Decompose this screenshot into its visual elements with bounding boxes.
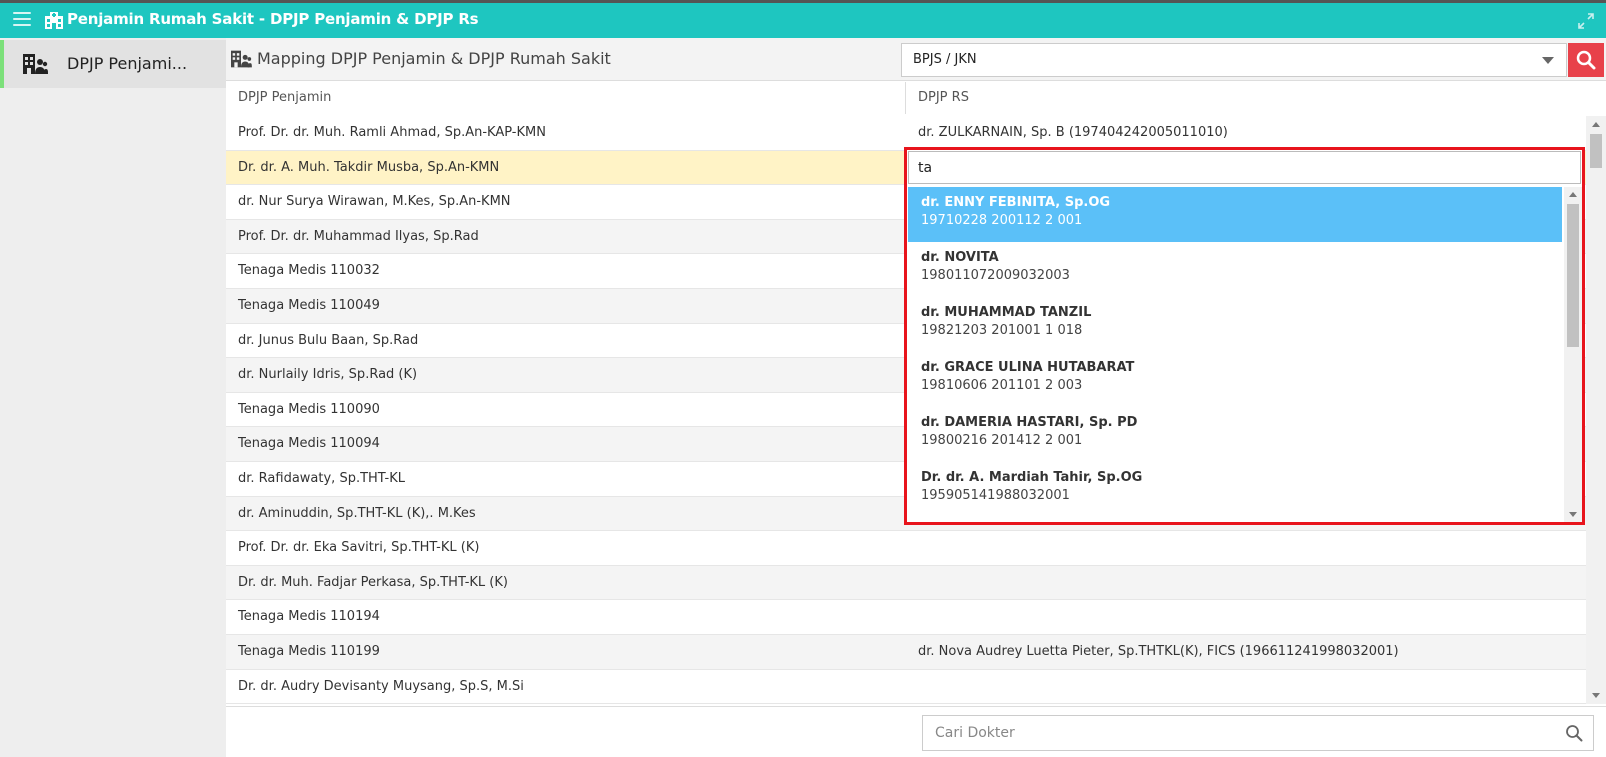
table-row[interactable]: Dr. dr. Audry Devisanty Muysang, Sp.S, M… — [226, 670, 1586, 705]
building-users-icon — [23, 54, 48, 74]
doctor-search-box — [922, 715, 1594, 751]
cell-penjamin: Tenaga Medis 110199 — [238, 643, 380, 659]
option-name: dr. DAMERIA HASTARI, Sp. PD — [921, 415, 1138, 430]
cell-rs: dr. ZULKARNAIN, Sp. B (19740424200501101… — [918, 125, 1228, 140]
cari-dokter-input[interactable] — [923, 716, 1543, 750]
sidebar-item-label: DPJP Penjami... — [67, 54, 188, 73]
scroll-up-icon[interactable] — [1592, 122, 1600, 127]
search-icon — [1576, 50, 1596, 70]
cell-penjamin: dr. Junus Bulu Baan, Sp.Rad — [238, 332, 419, 348]
cell-penjamin: Dr. dr. Muh. Fadjar Perkasa, Sp.THT-KL (… — [238, 574, 508, 590]
autocomplete-option[interactable]: dr. MUHAMMAD TANZIL 19821203 201001 1 01… — [908, 297, 1562, 352]
autocomplete-option[interactable]: dr. DAMERIA HASTARI, Sp. PD 19800216 201… — [908, 407, 1562, 462]
page-title: Mapping DPJP Penjamin & DPJP Rumah Sakit — [257, 49, 611, 68]
cell-penjamin: Tenaga Medis 110094 — [238, 436, 380, 452]
table-row[interactable]: Prof. Dr. dr. Eka Savitri, Sp.THT-KL (K) — [226, 531, 1586, 566]
cell-rs: dr. Nova Audrey Luetta Pieter, Sp.THTKL(… — [918, 643, 1399, 659]
sidebar-item-dpjp-penjamin[interactable]: DPJP Penjami... — [0, 40, 226, 88]
penjamin-select-value: BPJS / JKN — [913, 52, 977, 67]
table-row[interactable]: Tenaga Medis 110199 dr. Nova Audrey Luett… — [226, 634, 1586, 670]
chevron-down-icon — [1542, 57, 1554, 64]
expand-icon[interactable] — [1577, 12, 1595, 30]
scroll-up-icon[interactable] — [1569, 192, 1577, 197]
search-button[interactable] — [1568, 43, 1604, 77]
cell-penjamin: dr. Nur Surya Wirawan, M.Kes, Sp.An-KMN — [238, 194, 511, 210]
hamburger-icon[interactable] — [13, 12, 31, 28]
column-header-dpjp-penjamin: DPJP Penjamin — [226, 82, 906, 114]
top-bar: Penjamin Rumah Sakit - DPJP Penjamin & D… — [0, 0, 1606, 38]
doctor-autocomplete-dropdown: dr. ENNY FEBINITA, Sp.OG 19710228 200112… — [904, 147, 1585, 525]
table-scrollbar[interactable] — [1586, 116, 1606, 704]
option-name: dr. MUHAMMAD TANZIL — [921, 305, 1092, 320]
penjamin-select[interactable]: BPJS / JKN — [901, 43, 1567, 77]
table-row[interactable]: Prof. Dr. dr. Muh. Ramli Ahmad, Sp.An-KA… — [226, 116, 1586, 151]
table-row[interactable]: Dr. dr. Muh. Fadjar Perkasa, Sp.THT-KL (… — [226, 565, 1586, 601]
app-title: Penjamin Rumah Sakit - DPJP Penjamin & D… — [67, 10, 479, 28]
scrollbar-thumb[interactable] — [1590, 134, 1602, 168]
option-id: 19800216 201412 2 001 — [921, 433, 1083, 448]
option-name: dr. GRACE ULINA HUTABARAT — [921, 360, 1135, 375]
cell-penjamin: Prof. Dr. dr. Muh. Ramli Ahmad, Sp.An-KA… — [238, 125, 546, 140]
dropdown-scrollbar[interactable] — [1564, 187, 1582, 522]
column-header-dpjp-rs: DPJP RS — [918, 90, 969, 105]
option-name: dr. ENNY FEBINITA, Sp.OG — [921, 195, 1111, 210]
option-id: 19710228 200112 2 001 — [921, 213, 1083, 228]
sidebar: DPJP Penjami... — [0, 38, 226, 757]
cell-penjamin: Tenaga Medis 110194 — [238, 609, 380, 625]
cell-penjamin: dr. Aminuddin, Sp.THT-KL (K),. M.Kes — [238, 505, 476, 521]
option-id: 198011072009032003 — [921, 268, 1070, 283]
cell-penjamin: Tenaga Medis 110090 — [238, 401, 380, 417]
autocomplete-option-highlighted[interactable]: dr. ENNY FEBINITA, Sp.OG 19710228 200112… — [908, 187, 1562, 242]
search-icon[interactable] — [1565, 724, 1583, 742]
option-name: Dr. dr. A. Mardiah Tahir, Sp.OG — [921, 470, 1143, 485]
table-row[interactable]: Tenaga Medis 110194 — [226, 600, 1586, 635]
scroll-down-icon[interactable] — [1592, 693, 1600, 698]
hospital-icon — [45, 12, 63, 29]
autocomplete-options: dr. ENNY FEBINITA, Sp.OG 19710228 200112… — [908, 187, 1562, 522]
option-id: 19810606 201101 2 003 — [921, 378, 1083, 393]
autocomplete-option[interactable]: Dr. dr. A. Mardiah Tahir, Sp.OG 19590514… — [908, 462, 1562, 517]
cell-penjamin: Dr. dr. Audry Devisanty Muysang, Sp.S, M… — [238, 678, 524, 694]
autocomplete-option[interactable]: dr. NOVITA 198011072009032003 — [908, 242, 1562, 297]
scrollbar-thumb[interactable] — [1567, 204, 1579, 347]
option-id: 19821203 201001 1 018 — [921, 323, 1083, 338]
building-users-icon — [231, 50, 252, 68]
autocomplete-option[interactable]: dr. GRACE ULINA HUTABARAT 19810606 20110… — [908, 352, 1562, 407]
cell-penjamin: dr. Nurlaily Idris, Sp.Rad (K) — [238, 367, 418, 383]
option-name: dr. NOVITA — [921, 250, 999, 265]
cell-penjamin: Dr. dr. A. Muh. Takdir Musba, Sp.An-KMN — [238, 159, 500, 175]
doctor-search-input[interactable] — [908, 151, 1581, 184]
cell-penjamin: Prof. Dr. dr. Eka Savitri, Sp.THT-KL (K) — [238, 540, 480, 556]
cell-penjamin: dr. Rafidawaty, Sp.THT-KL — [238, 470, 406, 486]
option-id: 195905141988032001 — [921, 488, 1070, 503]
scroll-down-icon[interactable] — [1569, 512, 1577, 517]
footer — [226, 706, 1606, 757]
cell-penjamin: Tenaga Medis 110049 — [238, 297, 380, 313]
cell-penjamin: Tenaga Medis 110032 — [238, 263, 380, 279]
cell-penjamin: Prof. Dr. dr. Muhammad Ilyas, Sp.Rad — [238, 228, 479, 244]
